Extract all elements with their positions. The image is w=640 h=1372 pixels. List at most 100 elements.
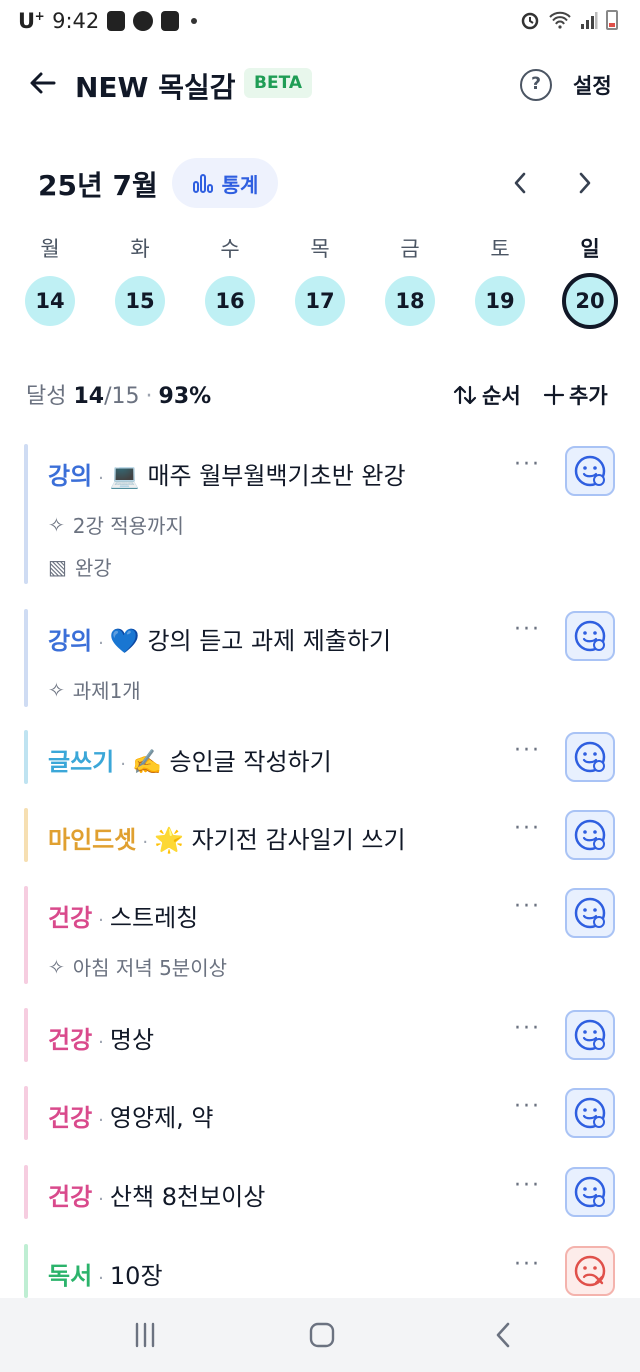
month-label: 25년 7월 <box>38 169 158 202</box>
more-options-button[interactable]: ··· <box>514 1094 541 1119</box>
stats-button[interactable]: 통계 <box>172 158 278 208</box>
app-header: NEW 목실감 BETA ? 설정 <box>0 58 640 108</box>
task-subnote: ✧ 과제1개 <box>48 675 141 704</box>
task-color-bar <box>24 730 28 784</box>
smile-face-icon[interactable] <box>565 732 615 782</box>
back-arrow-icon[interactable] <box>26 66 60 100</box>
next-week-button[interactable] <box>570 166 600 200</box>
smile-face-icon[interactable] <box>565 446 615 496</box>
page-title: NEW 목실감 <box>75 71 236 104</box>
task-title: 승인글 작성하기 <box>169 748 332 776</box>
task-subnote-text: 과제1개 <box>72 679 141 703</box>
more-options-button[interactable]: ··· <box>514 894 541 919</box>
task-item[interactable]: 건강 · 영양제, 약 ··· <box>24 1086 624 1140</box>
date-18[interactable]: 18 <box>385 276 435 326</box>
task-category: 글쓰기 <box>48 748 115 776</box>
task-emoji: 💙 <box>109 627 140 655</box>
task-item[interactable]: 마인드셋 · 🌟 자기전 감사일기 쓰기 ··· <box>24 808 624 862</box>
task-subnote: ✧ 아침 저녁 5분이상 <box>48 952 227 981</box>
home-button[interactable] <box>305 1318 339 1352</box>
add-button[interactable]: 추가 <box>543 380 608 410</box>
bar-chart-icon <box>192 174 213 193</box>
task-category: 건강 <box>48 1026 93 1054</box>
smile-face-icon[interactable] <box>565 1010 615 1060</box>
status-bar: U+ 9:42 <box>0 0 640 48</box>
task-item[interactable]: 건강 · 명상 ··· <box>24 1008 624 1062</box>
task-item[interactable]: 건강 · 산책 8천보이상 ··· <box>24 1165 624 1219</box>
achievement-label: 달성 <box>26 384 67 409</box>
weekday-sun: 일 <box>580 237 600 261</box>
date-16[interactable]: 16 <box>205 276 255 326</box>
signal-icon <box>581 12 598 29</box>
chevron-left-icon <box>514 172 526 194</box>
task-color-bar <box>24 886 28 984</box>
task-color-bar <box>24 1165 28 1219</box>
task-category: 건강 <box>48 1183 93 1211</box>
week-dates: 14 15 16 17 18 19 20 <box>0 273 640 329</box>
home-icon <box>309 1322 335 1348</box>
more-options-button[interactable]: ··· <box>514 1016 541 1041</box>
system-back-button[interactable] <box>490 1318 516 1352</box>
task-title: 강의 듣고 과제 제출하기 <box>147 627 392 655</box>
task-memo: ▧ 완강 <box>48 552 112 581</box>
task-color-bar <box>24 444 28 584</box>
add-label: 추가 <box>569 384 608 408</box>
task-title: 영양제, 약 <box>109 1104 214 1132</box>
weekday-thu: 목 <box>310 237 330 261</box>
date-20-selected[interactable]: 20 <box>562 273 618 329</box>
wifi-icon <box>549 11 571 29</box>
sad-face-icon[interactable] <box>565 1246 615 1296</box>
task-item[interactable]: 강의 · 💻 매주 월부월백기초반 완강 ··· ✧ 2강 적용까지 ▧ 완강 <box>24 444 624 584</box>
beta-badge: BETA <box>244 68 313 98</box>
weekday-sat: 토 <box>490 237 510 261</box>
more-options-button[interactable]: ··· <box>514 816 541 841</box>
smile-face-icon[interactable] <box>565 611 615 661</box>
more-options-button[interactable]: ··· <box>514 1252 541 1277</box>
recent-apps-icon <box>135 1322 155 1348</box>
settings-button[interactable]: 설정 <box>573 70 612 100</box>
date-19[interactable]: 19 <box>475 276 525 326</box>
more-options-button[interactable]: ··· <box>514 738 541 763</box>
help-button[interactable]: ? <box>520 69 552 101</box>
order-button[interactable]: 순서 <box>452 380 521 410</box>
sort-icon <box>453 385 477 405</box>
weekday-wed: 수 <box>220 237 240 261</box>
task-category: 강의 <box>48 462 93 490</box>
prev-week-button[interactable] <box>505 166 535 200</box>
task-item[interactable]: 글쓰기 · ✍️ 승인글 작성하기 ··· <box>24 730 624 784</box>
recent-apps-button[interactable] <box>128 1318 162 1352</box>
date-17[interactable]: 17 <box>295 276 345 326</box>
more-options-button[interactable]: ··· <box>514 452 541 477</box>
smile-face-icon[interactable] <box>565 810 615 860</box>
weekday-tue: 화 <box>130 237 150 261</box>
achievement-summary: 달성 14/15 · 93% <box>26 384 212 409</box>
achievement-percent: 93% <box>158 384 212 409</box>
chevron-right-icon <box>579 172 591 194</box>
stats-label: 통계 <box>221 172 259 197</box>
smile-face-icon[interactable] <box>565 1088 615 1138</box>
date-14[interactable]: 14 <box>25 276 75 326</box>
task-title: 10장 <box>109 1262 163 1290</box>
task-emoji: ✍️ <box>131 748 162 776</box>
sparkle-icon: ✧ <box>48 954 65 979</box>
task-item[interactable]: 독서 · 10장 ··· <box>24 1244 624 1298</box>
more-options-button[interactable]: ··· <box>514 617 541 642</box>
smile-face-icon[interactable] <box>565 1167 615 1217</box>
task-category: 건강 <box>48 904 93 932</box>
task-color-bar <box>24 609 28 707</box>
alarm-icon <box>521 12 539 30</box>
task-item[interactable]: 건강 · 스트레칭 ··· ✧ 아침 저녁 5분이상 <box>24 886 624 984</box>
task-category: 건강 <box>48 1104 93 1132</box>
task-color-bar <box>24 808 28 862</box>
date-15[interactable]: 15 <box>115 276 165 326</box>
smile-face-icon[interactable] <box>565 888 615 938</box>
more-options-button[interactable]: ··· <box>514 1173 541 1198</box>
task-item[interactable]: 강의 · 💙 강의 듣고 과제 제출하기 ··· ✧ 과제1개 <box>24 609 624 707</box>
task-color-bar <box>24 1086 28 1140</box>
notification-icon <box>107 11 126 31</box>
back-chevron-icon <box>496 1322 510 1348</box>
task-category: 강의 <box>48 627 93 655</box>
clock: 9:42 <box>52 9 100 33</box>
image-memo-icon: ▧ <box>48 554 67 579</box>
plus-icon <box>543 384 565 406</box>
